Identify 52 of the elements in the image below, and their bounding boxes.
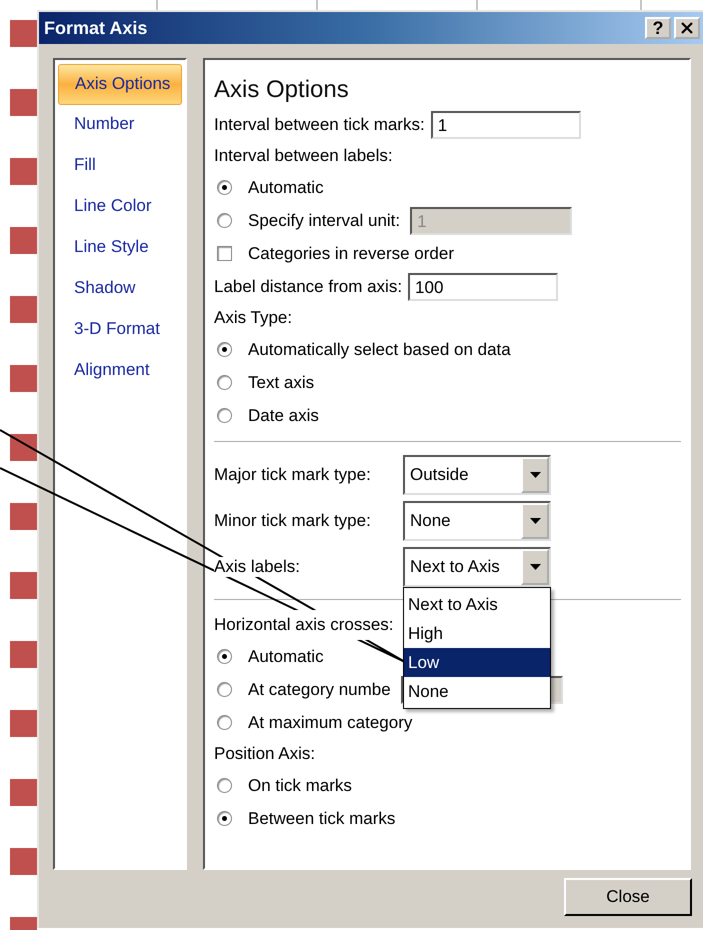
option-label: Between tick marks: [248, 808, 396, 828]
dropdown-option[interactable]: None: [404, 677, 550, 706]
dropdown-arrow-icon: [530, 472, 540, 478]
category-item[interactable]: Line Color: [58, 187, 182, 228]
radio-button[interactable]: [217, 715, 232, 730]
input-field[interactable]: 1: [430, 110, 581, 138]
field-label: Axis labels:: [214, 557, 300, 577]
category-item[interactable]: Alignment: [58, 351, 182, 392]
close-icon: [681, 22, 693, 34]
option-label: Categories in reverse order: [248, 244, 454, 264]
input-field[interactable]: 100: [408, 272, 558, 300]
help-button[interactable]: ?: [645, 17, 671, 39]
radio-button[interactable]: [217, 213, 232, 228]
option-label: Text axis: [248, 372, 314, 392]
category-item[interactable]: Number: [58, 105, 182, 146]
radio-button[interactable]: [217, 375, 232, 390]
radio-button[interactable]: [217, 811, 232, 826]
section-heading: Axis Options: [214, 75, 350, 105]
option-label: At category numbe: [248, 680, 391, 700]
option-label: Automatic: [248, 178, 324, 198]
radio-button[interactable]: [217, 649, 232, 664]
option-label: At maximum category: [248, 712, 412, 732]
group-label: Horizontal axis crosses:: [214, 610, 394, 640]
option-label: Date axis: [248, 406, 319, 426]
category-item[interactable]: Shadow: [58, 269, 182, 310]
option-label: Automatic: [248, 646, 324, 666]
dropdown-arrow-icon: [530, 564, 540, 570]
dropdown-arrow-icon: [530, 518, 540, 524]
category-item[interactable]: Line Style: [58, 228, 182, 269]
option-label: Automatically select based on data: [248, 340, 511, 360]
dropdown-option[interactable]: Next to Axis: [404, 590, 550, 619]
dropdown-field[interactable]: None: [403, 501, 551, 541]
field-label: Minor tick mark type:: [214, 511, 371, 531]
dropdown-field[interactable]: Next to Axis: [403, 547, 551, 587]
dropdown-option[interactable]: High: [404, 619, 550, 648]
category-item[interactable]: 3-D Format: [58, 310, 182, 351]
dropdown-field[interactable]: Outside: [403, 455, 551, 495]
radio-button[interactable]: [217, 342, 232, 357]
option-label: On tick marks: [248, 776, 352, 796]
window-title: Format Axis: [44, 18, 148, 38]
close-button[interactable]: Close: [564, 878, 692, 916]
category-item[interactable]: Axis Options: [58, 64, 182, 105]
checkbox[interactable]: [217, 246, 232, 261]
category-item[interactable]: Fill: [58, 146, 182, 187]
radio-button[interactable]: [217, 778, 232, 793]
option-label: Specify interval unit:: [248, 210, 400, 230]
field-label: Major tick mark type:: [214, 465, 371, 485]
radio-button[interactable]: [217, 682, 232, 697]
radio-button[interactable]: [217, 408, 232, 423]
radio-button[interactable]: [217, 180, 232, 195]
dropdown-option[interactable]: Low: [404, 648, 550, 677]
close-button[interactable]: [674, 17, 700, 39]
